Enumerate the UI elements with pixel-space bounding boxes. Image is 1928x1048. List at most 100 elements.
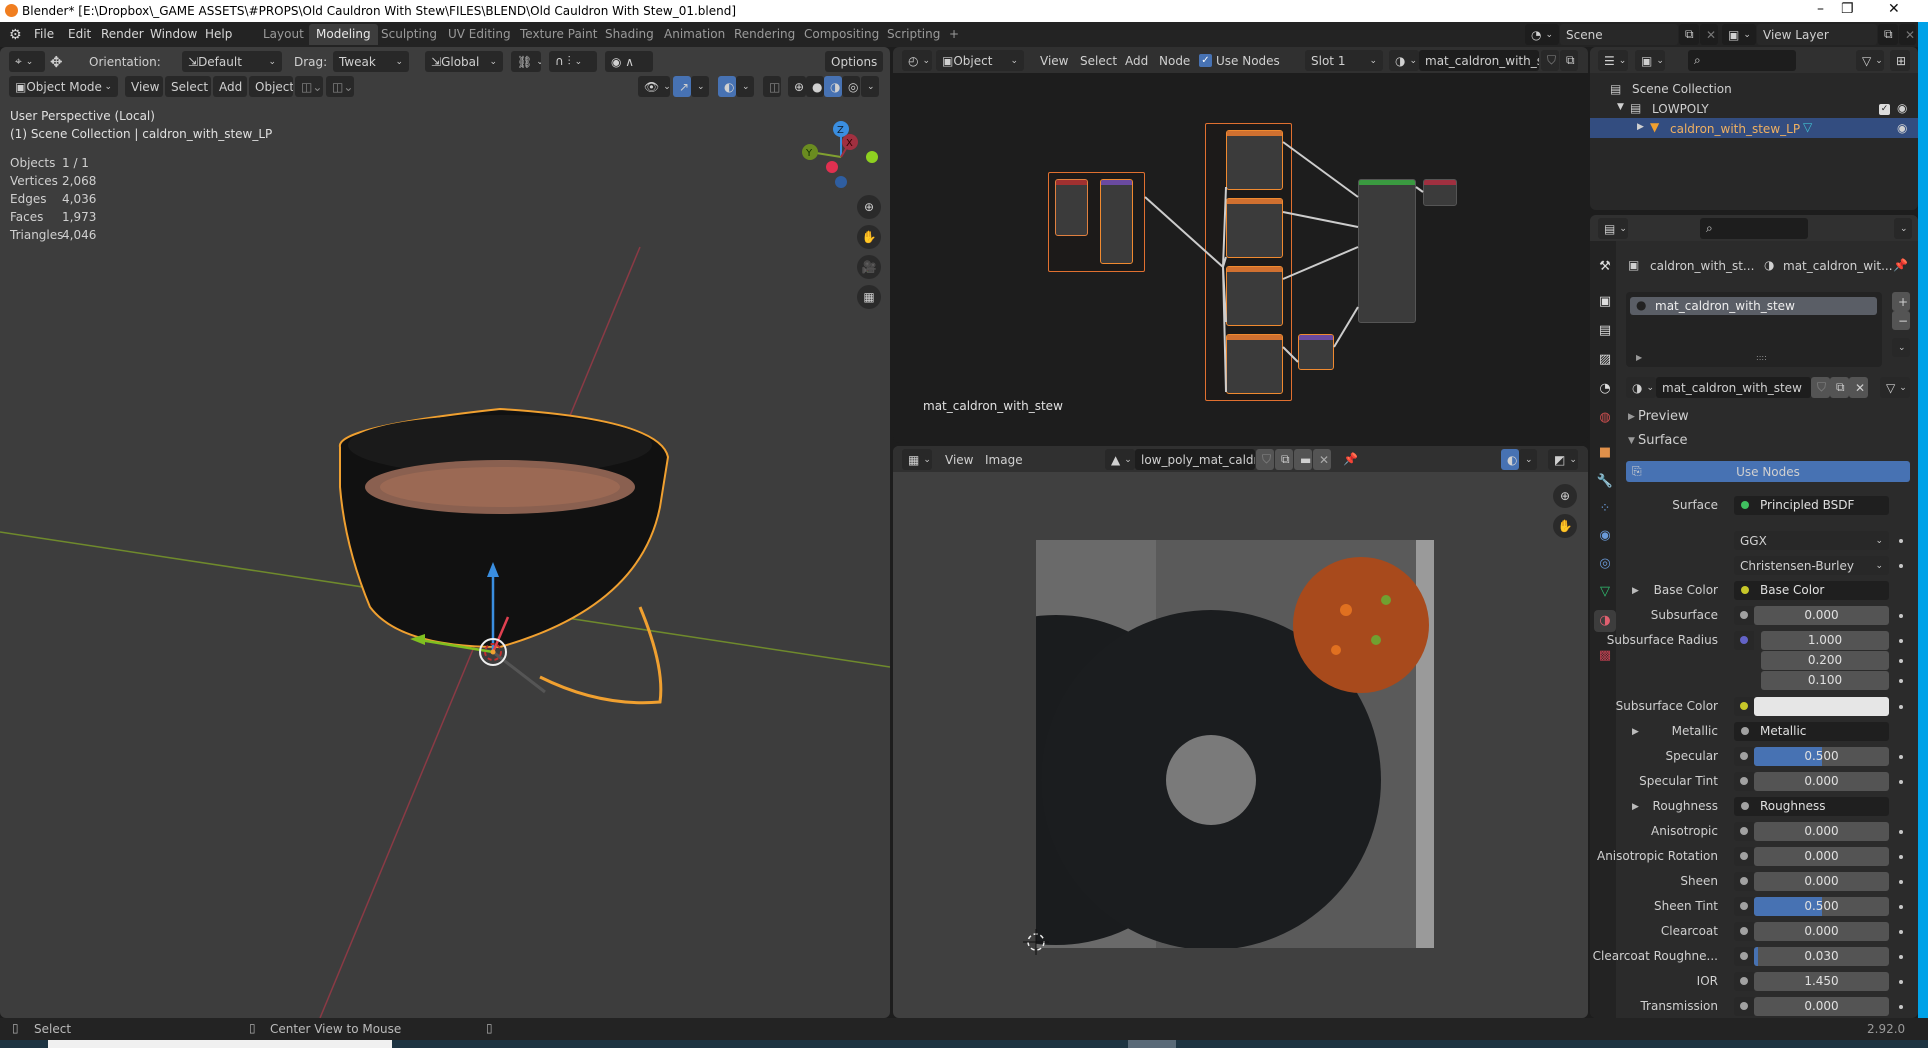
menu-edit[interactable]: Edit	[68, 27, 91, 41]
keyframe-dot[interactable]	[1899, 1005, 1903, 1009]
menu-add[interactable]: Add	[213, 76, 247, 97]
resize-handle[interactable]: ::::	[1756, 353, 1767, 362]
unlink-image-icon[interactable]: ✕	[1313, 449, 1331, 470]
expand-icon[interactable]: ▶	[1632, 586, 1639, 596]
minimize-button[interactable]: –	[1817, 1, 1824, 17]
socket-icon[interactable]	[1734, 631, 1754, 650]
object-tab-icon[interactable]: ■	[1594, 442, 1616, 464]
keyframe-dot[interactable]	[1899, 780, 1903, 784]
blender-menu-icon[interactable]: ⚙	[9, 27, 22, 43]
workspace-tab-shading[interactable]: Shading	[598, 24, 661, 45]
menu-object[interactable]: Object	[249, 76, 293, 97]
workspace-tab-animation[interactable]: Animation	[657, 24, 732, 45]
ortho-toggle-icon[interactable]: ▦	[857, 285, 881, 309]
fake-user-icon[interactable]: ⛉	[1811, 377, 1830, 398]
workspace-tab-modeling[interactable]: Modeling	[309, 24, 378, 45]
eye-icon[interactable]: ◉	[1897, 121, 1907, 135]
menu-select[interactable]: Select	[165, 76, 211, 97]
socket-icon[interactable]	[1734, 822, 1754, 841]
new-image-icon[interactable]: ⧉	[1275, 449, 1293, 470]
data-tab-icon[interactable]: ▽	[1594, 581, 1616, 603]
physics-tab-icon[interactable]: ◉	[1594, 525, 1616, 547]
panel-preview[interactable]: Preview	[1638, 409, 1689, 424]
2d-cursor-icon[interactable]	[1023, 929, 1049, 955]
tool-tab-icon[interactable]: ⚒	[1594, 256, 1616, 278]
menu-window[interactable]: Window	[150, 27, 197, 41]
outliner-item-scene-collection[interactable]: Scene Collection	[1632, 82, 1732, 96]
expand-icon[interactable]: ▶	[1636, 353, 1642, 362]
roughness-link[interactable]: Roughness	[1734, 797, 1889, 816]
metallic-link[interactable]: Metallic	[1734, 722, 1889, 741]
specular-field[interactable]: 0.500	[1754, 747, 1889, 766]
clearcoat-field[interactable]: 0.000	[1754, 922, 1889, 941]
preview-expand-icon[interactable]: ▶	[1628, 412, 1635, 422]
pan-view-icon[interactable]: ✋	[857, 225, 881, 249]
socket-icon[interactable]	[1734, 922, 1754, 941]
overlay-dropdown[interactable]: ⌄	[736, 76, 754, 97]
options-dropdown[interactable]: Options⌄	[825, 51, 883, 72]
add-slot-button[interactable]: +	[1892, 292, 1910, 311]
view-layer-icon[interactable]: ▣ ⌄	[1722, 24, 1756, 45]
workspace-tab-texture-paint[interactable]: Texture Paint	[513, 24, 604, 45]
subsurface-color-swatch[interactable]	[1754, 697, 1889, 716]
image-browse-icon[interactable]: ▲ ⌄	[1105, 449, 1135, 470]
world-tab-icon[interactable]: ◍	[1594, 407, 1616, 429]
scene-field[interactable]: Scene	[1560, 24, 1678, 45]
display-channels-icon[interactable]: ◩ ⌄	[1548, 449, 1578, 470]
menu-help[interactable]: Help	[205, 27, 232, 41]
transmission-field[interactable]: 0.000	[1754, 997, 1889, 1016]
menu-file[interactable]: File	[34, 27, 54, 41]
surface-shader-field[interactable]: Principled BSDF	[1734, 496, 1889, 515]
workspace-tab-scripting[interactable]: Scripting	[880, 24, 947, 45]
move-tool-icon[interactable]: ✥	[50, 53, 63, 71]
keyframe-dot[interactable]	[1899, 564, 1903, 568]
socket-icon[interactable]	[1734, 606, 1754, 625]
subsurface-radius-x[interactable]: 1.000	[1761, 631, 1889, 650]
sheen-tint-field[interactable]: 0.500	[1754, 897, 1889, 916]
subsurface-method-dropdown[interactable]: Christensen-Burley ⌄	[1734, 556, 1889, 575]
pivot-point-icon[interactable]: ⛓ ⌄	[511, 51, 541, 72]
overlay-toggle-icon[interactable]: ◐	[1501, 449, 1519, 470]
display-mode-icon[interactable]: ▣ ⌄	[1635, 50, 1665, 71]
menu-render[interactable]: Render	[101, 27, 144, 41]
outliner-search-input[interactable]: ⌕	[1688, 50, 1796, 71]
keyframe-dot[interactable]	[1899, 955, 1903, 959]
constraints-tab-icon[interactable]: ◎	[1594, 553, 1616, 575]
keyframe-dot[interactable]	[1899, 755, 1903, 759]
visibility-icon[interactable]: 👁 ⌄	[638, 76, 670, 97]
image-name-field[interactable]: low_poly_mat_caldr...	[1135, 449, 1255, 470]
taskbar-item[interactable]	[48, 1040, 392, 1048]
expand-icon[interactable]: ▶	[1632, 727, 1639, 737]
overlay-toggle-icon[interactable]: ◐	[718, 76, 736, 97]
unlink-material-icon[interactable]: ✕	[1849, 377, 1868, 398]
material-preview-shading-icon[interactable]: ◑	[824, 76, 842, 97]
overlay-dropdown[interactable]: ⌄	[1519, 449, 1537, 470]
maximize-button[interactable]: ❐	[1841, 1, 1854, 17]
gizmo-toggle-icon[interactable]: ↗	[673, 76, 691, 97]
base-color-link[interactable]: Base Color	[1734, 581, 1889, 600]
3d-viewport[interactable]: ⌖ ⌄ ✥ Orientation: ⇲ Default ⌄ Drag: Tweak…	[0, 47, 890, 1018]
link-type-icon[interactable]: ▽ ⌄	[1880, 377, 1910, 398]
filter-icon[interactable]: ▽ ⌄	[1856, 50, 1884, 71]
render-tab-icon[interactable]: ▣	[1594, 291, 1616, 313]
eye-icon[interactable]: ◉	[1897, 101, 1907, 115]
editor-type-icon[interactable]: ▤ ⌄	[1598, 218, 1628, 239]
camera-view-icon[interactable]: 🎥	[857, 255, 881, 279]
socket-icon[interactable]	[1734, 897, 1754, 916]
workspace-tab-sculpting[interactable]: Sculpting	[374, 24, 444, 45]
remove-slot-button[interactable]: −	[1892, 311, 1910, 330]
keyframe-dot[interactable]	[1899, 679, 1903, 683]
editor-type-icon[interactable]: ☰ ⌄	[1598, 50, 1628, 71]
texture-tab-icon[interactable]: ▩	[1594, 645, 1616, 667]
expand-icon[interactable]: ▶	[1632, 802, 1639, 812]
keyframe-dot[interactable]	[1899, 830, 1903, 834]
new-scene-icon[interactable]: ⧉	[1679, 24, 1699, 45]
keyframe-dot[interactable]	[1899, 639, 1903, 643]
view-layer-tab-icon[interactable]: ▨	[1594, 349, 1616, 371]
solid-shading-icon[interactable]: ●	[806, 76, 824, 97]
view-layer-field[interactable]: View Layer	[1757, 24, 1877, 45]
panel-surface[interactable]: Surface	[1638, 433, 1688, 448]
scene-tab-icon[interactable]: ◔	[1594, 378, 1616, 400]
keyframe-dot[interactable]	[1899, 539, 1903, 543]
taskbar-item[interactable]	[1128, 1040, 1176, 1048]
